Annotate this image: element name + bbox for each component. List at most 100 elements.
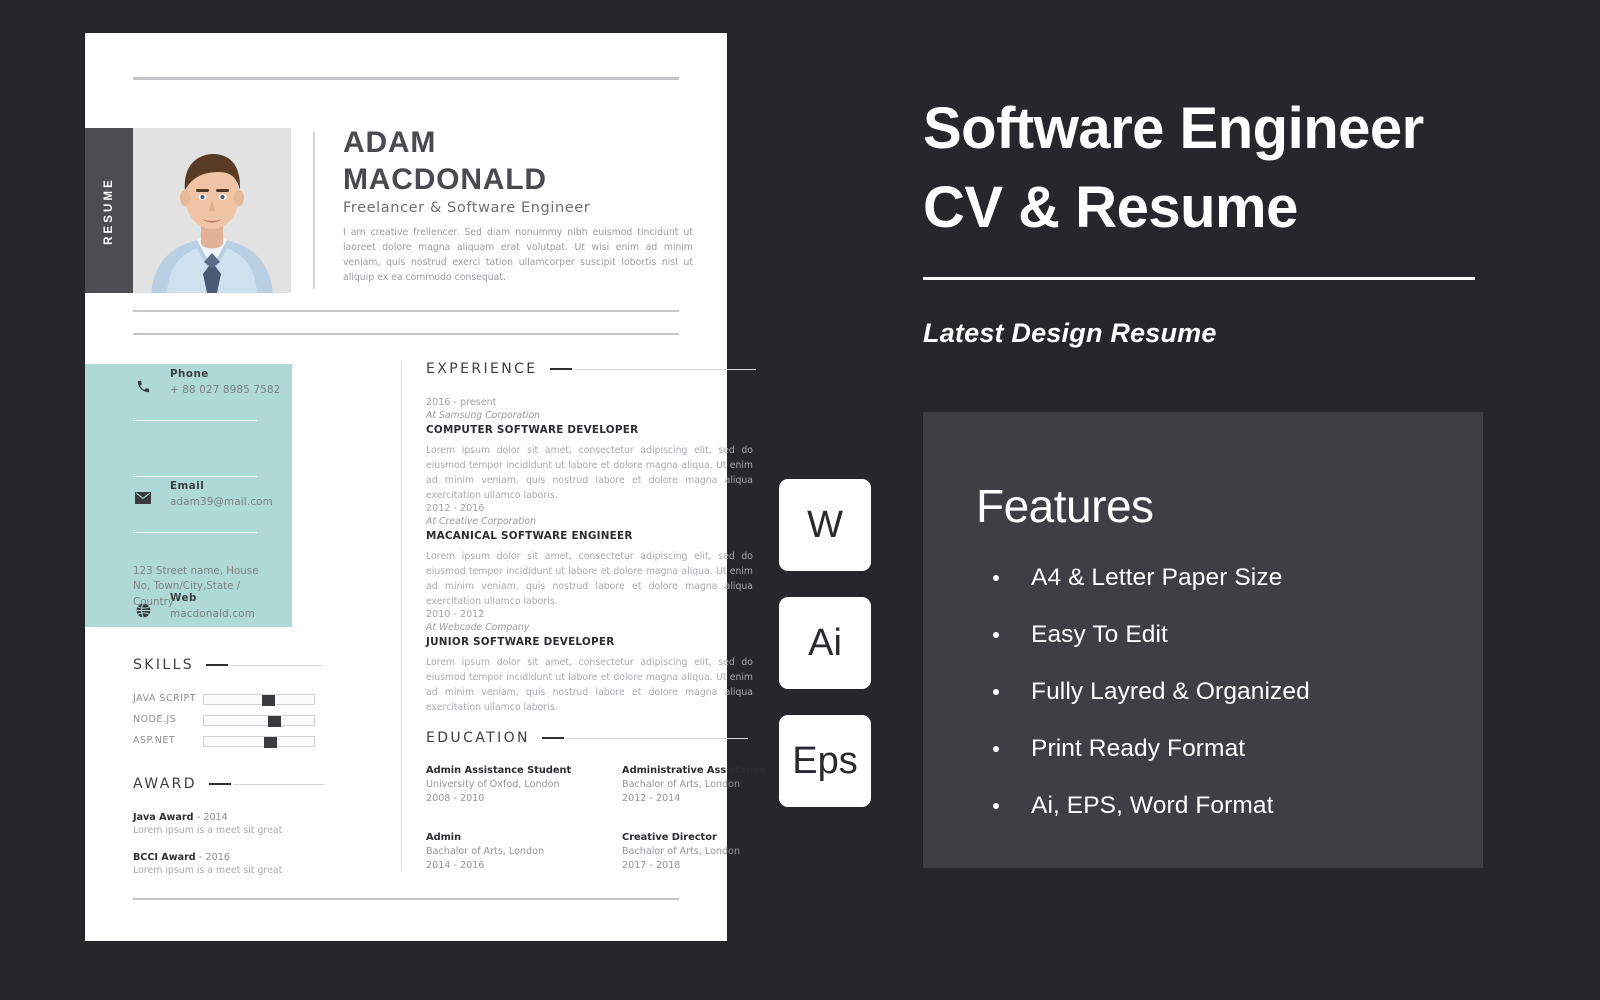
education-school: Bachalor of Arts, London: [426, 846, 545, 857]
illustrator-format-badge-label: Ai: [808, 621, 842, 664]
experience-company: At Webcode Company: [426, 622, 530, 633]
education-years: 2017 - 2018: [622, 860, 681, 871]
award-heading-label: AWARD: [133, 776, 197, 792]
first-name: ADAM: [343, 126, 437, 159]
format-badge-list: W Ai Eps: [779, 479, 871, 833]
bullet-icon: [993, 689, 999, 695]
bio-text: I am creative frellencer. Sed diam nonum…: [343, 227, 693, 284]
features-panel: Features A4 & Letter Paper Size Easy To …: [923, 412, 1483, 868]
word-format-badge-label: W: [807, 503, 843, 546]
experience-heading-label: EXPERIENCE: [426, 361, 538, 377]
contact-item-web: Web macdonald.com: [85, 476, 292, 620]
feature-label: A4 & Letter Paper Size: [1031, 564, 1283, 591]
experience-item: 2016 - present At Samsung Corporation CO…: [426, 397, 753, 504]
heading-dash: [541, 736, 564, 740]
skill-slider[interactable]: [203, 694, 315, 706]
award-year: - 2014: [196, 812, 228, 823]
mid-divider-1: [133, 310, 679, 312]
contact-panel: Phone + 88 027 8985 7582 Email adam39@ma…: [85, 364, 292, 627]
experience-item: 2012 - 2016 At Creative Corporation MACA…: [426, 503, 753, 610]
award-title: BCCI Award - 2016: [133, 852, 298, 863]
job-title: Freelancer & Software Engineer: [343, 200, 591, 217]
heading-tail: [573, 368, 756, 370]
promo-title: Software Engineer CV & Resume: [923, 90, 1563, 248]
contact-separator-3: [133, 532, 257, 533]
bottom-divider: [133, 898, 679, 900]
address-text: 123 Street name, House No, Town/City,Sta…: [133, 565, 259, 608]
column-divider: [401, 361, 402, 871]
skills-heading-label: SKILLS: [133, 657, 195, 673]
skill-slider[interactable]: [203, 736, 315, 748]
feature-list-item: Easy To Edit: [993, 621, 1453, 649]
award-name: Java Award: [133, 812, 194, 823]
heading-tail: [565, 737, 748, 739]
education-years: 2012 - 2014: [622, 793, 681, 804]
promo-title-line-1: Software Engineer: [923, 96, 1424, 161]
experience-role: JUNIOR SOFTWARE DEVELOPER: [426, 636, 615, 648]
skill-name: NODE.JS: [133, 714, 177, 725]
award-year: - 2016: [199, 852, 230, 863]
skill-row: ASP.NET: [133, 735, 318, 749]
feature-list-item: A4 & Letter Paper Size: [993, 564, 1453, 592]
education-school: Bachalor of Arts, London: [622, 779, 741, 790]
last-name: MACDONALD: [343, 162, 547, 196]
award-description: Lorem ipsum is a meet sit great: [133, 865, 283, 876]
resume-header: RESUME ADAM MACDONALD Freelancer & Softw…: [85, 125, 727, 293]
illustrator-format-badge[interactable]: Ai: [779, 597, 871, 689]
contact-item-phone: Phone + 88 027 8985 7582: [85, 364, 292, 420]
education-item: Admin Assistance Student University of O…: [426, 765, 586, 804]
education-title: Admin: [426, 832, 462, 843]
features-list: A4 & Letter Paper Size Easy To Edit Full…: [993, 564, 1453, 849]
eps-format-badge-label: Eps: [792, 739, 858, 782]
education-heading-label: EDUCATION: [426, 730, 530, 746]
skill-name: ASP.NET: [133, 735, 176, 746]
mid-divider-2: [133, 333, 679, 335]
heading-dash: [549, 367, 572, 371]
experience-role: COMPUTER SOFTWARE DEVELOPER: [426, 424, 639, 436]
resume-side-tab: RESUME: [85, 128, 133, 293]
education-heading: EDUCATION: [426, 730, 748, 746]
education-item: Creative Director Bachalor of Arts, Lond…: [622, 832, 782, 871]
heading-tail: [230, 664, 323, 666]
feature-label: Print Ready Format: [1031, 735, 1246, 762]
experience-company: At Creative Corporation: [426, 516, 537, 527]
skill-slider-handle[interactable]: [268, 716, 282, 727]
feature-list-item: Ai, EPS, Word Format: [993, 792, 1453, 820]
skill-slider[interactable]: [203, 715, 315, 727]
skill-slider-handle[interactable]: [262, 695, 276, 706]
award-title: Java Award - 2014: [133, 812, 298, 823]
word-format-badge[interactable]: W: [779, 479, 871, 571]
portrait-photo: [133, 128, 291, 293]
award-heading: AWARD: [133, 776, 325, 792]
experience-description: Lorem ipsum dolor sit amet, consectetur …: [426, 445, 753, 502]
header-vertical-divider: [313, 132, 315, 289]
skill-slider-handle[interactable]: [264, 737, 278, 748]
experience-date: 2012 - 2016: [426, 503, 485, 514]
promo-title-line-2: CV & Resume: [923, 174, 1298, 240]
bullet-icon: [993, 632, 999, 638]
education-title: Administrative Assistance: [622, 765, 767, 776]
education-item: Administrative Assistance Bachalor of Ar…: [622, 765, 782, 804]
education-title: Creative Director: [622, 832, 717, 843]
name-block: ADAM MACDONALD Freelancer & Software Eng…: [343, 125, 693, 285]
phone-icon: [133, 376, 153, 396]
features-title: Features: [976, 480, 1154, 532]
experience-description: Lorem ipsum dolor sit amet, consectetur …: [426, 657, 753, 714]
feature-label: Fully Layred & Organized: [1031, 678, 1310, 705]
skill-row: NODE.JS: [133, 714, 318, 728]
bullet-icon: [993, 575, 999, 581]
skills-heading: SKILLS: [133, 657, 323, 673]
avatar: [133, 128, 291, 293]
education-title: Admin Assistance Student: [426, 765, 572, 776]
bullet-icon: [993, 746, 999, 752]
heading-dash: [208, 782, 231, 786]
experience-item: 2010 - 2012 At Webcode Company JUNIOR SO…: [426, 609, 753, 716]
award-item: Java Award - 2014 Lorem ipsum is a meet …: [133, 812, 298, 836]
promo-divider: [923, 277, 1475, 280]
eps-format-badge[interactable]: Eps: [779, 715, 871, 807]
education-years: 2008 - 2010: [426, 793, 485, 804]
education-school: University of Oxfod, London: [426, 779, 560, 790]
heading-dash: [206, 663, 229, 667]
award-name: BCCI Award: [133, 852, 196, 863]
experience-date: 2010 - 2012: [426, 609, 485, 620]
